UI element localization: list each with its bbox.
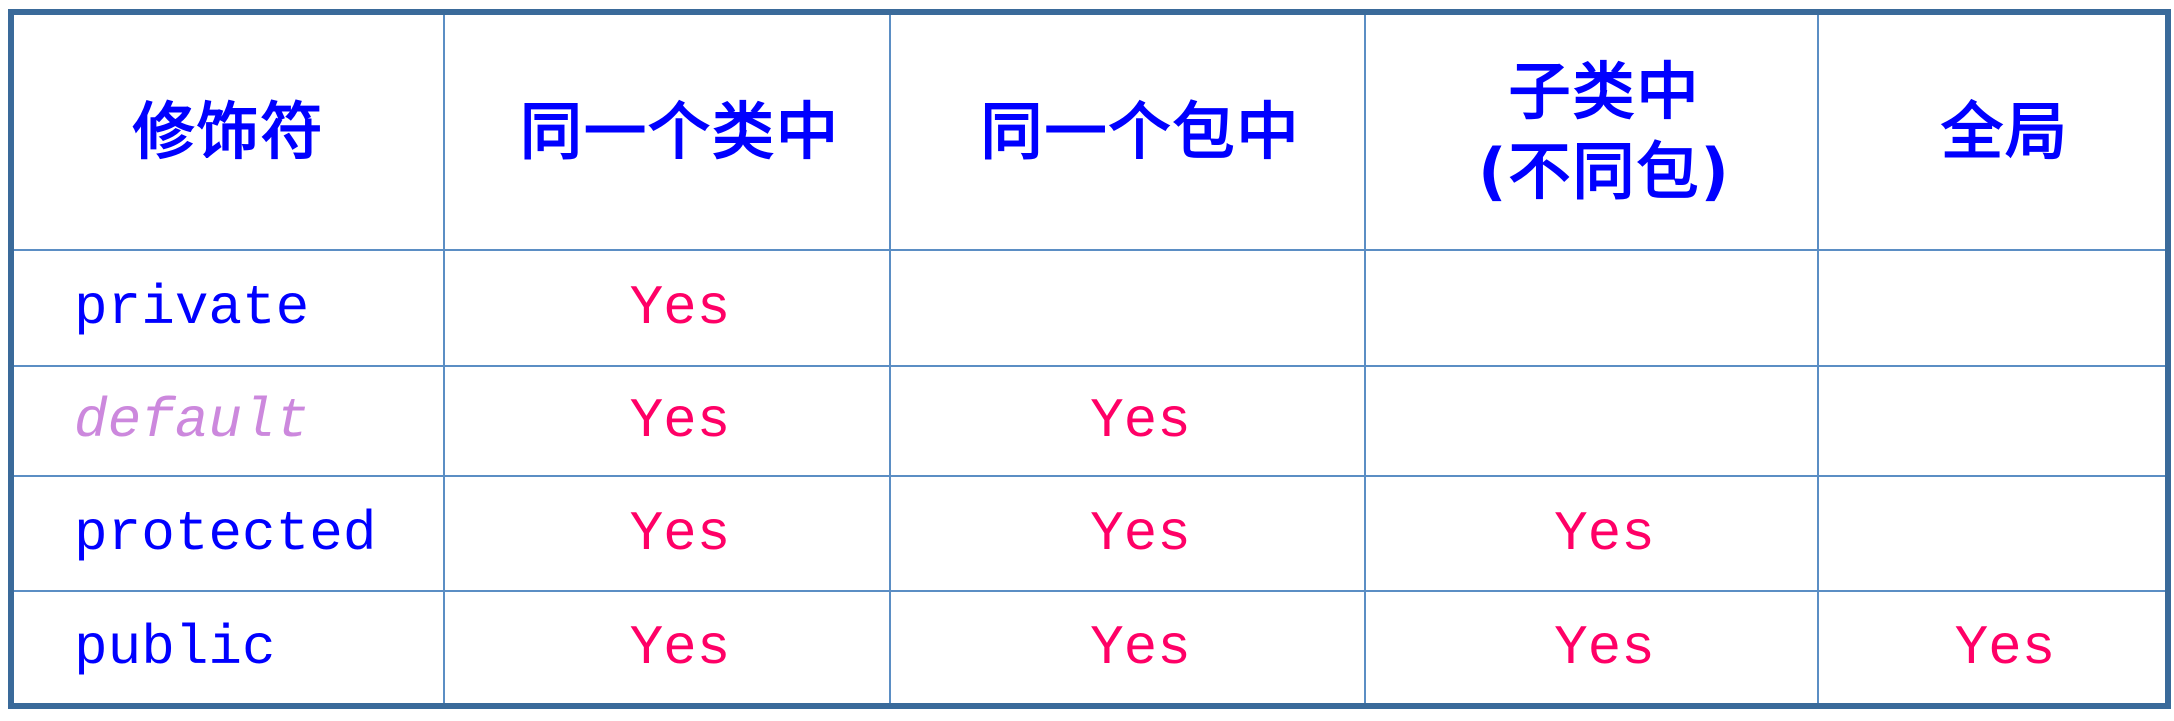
table-row-protected: protected Yes Yes Yes xyxy=(10,475,2169,592)
header-same-class-label: 同一个类中 xyxy=(519,95,840,168)
cell-protected-subclass: Yes xyxy=(1364,475,1819,592)
header-subclass-sublabel: (不同包) xyxy=(1478,135,1731,208)
header-subclass-label: 子类中 xyxy=(1508,55,1701,128)
cell-private-same-class: Yes xyxy=(443,249,891,367)
table-row-private: private Yes xyxy=(10,249,2169,367)
header-global: 全局 xyxy=(1817,11,2169,251)
modifier-protected: protected xyxy=(10,475,445,592)
header-same-package-label: 同一个包中 xyxy=(980,95,1301,168)
cell-default-same-class: Yes xyxy=(443,365,891,477)
access-modifier-table: 修饰符 同一个类中 同一个包中 子类中 (不同包) 全局 private Yes… xyxy=(8,9,2171,709)
cell-private-global xyxy=(1817,249,2169,367)
header-same-class: 同一个类中 xyxy=(443,11,891,251)
cell-private-same-package xyxy=(889,249,1366,367)
table-row-default: default Yes Yes xyxy=(10,365,2169,477)
cell-public-same-package: Yes xyxy=(889,590,1366,707)
modifier-default: default xyxy=(10,365,445,477)
cell-public-same-class: Yes xyxy=(443,590,891,707)
table-row-public: public Yes Yes Yes Yes xyxy=(10,590,2169,707)
cell-default-same-package: Yes xyxy=(889,365,1366,477)
modifier-private: private xyxy=(10,249,445,367)
cell-protected-same-package: Yes xyxy=(889,475,1366,592)
header-modifier-label: 修饰符 xyxy=(132,95,325,168)
cell-public-subclass: Yes xyxy=(1364,590,1819,707)
cell-public-global: Yes xyxy=(1817,590,2169,707)
cell-default-subclass xyxy=(1364,365,1819,477)
header-row: 修饰符 同一个类中 同一个包中 子类中 (不同包) 全局 xyxy=(10,11,2169,251)
cell-protected-same-class: Yes xyxy=(443,475,891,592)
header-same-package: 同一个包中 xyxy=(889,11,1366,251)
cell-default-global xyxy=(1817,365,2169,477)
modifier-public: public xyxy=(10,590,445,707)
header-subclass-other-package: 子类中 (不同包) xyxy=(1364,11,1819,251)
header-global-label: 全局 xyxy=(1940,95,2069,168)
cell-private-subclass xyxy=(1364,249,1819,367)
cell-protected-global xyxy=(1817,475,2169,592)
header-modifier: 修饰符 xyxy=(10,11,445,251)
